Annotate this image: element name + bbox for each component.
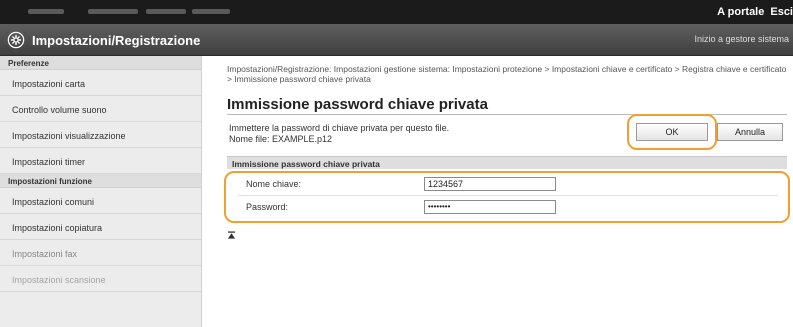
- sidebar-item-timer-settings[interactable]: Impostazioni timer: [0, 148, 201, 174]
- sidebar: Preferenze Impostazioni carta Controllo …: [0, 56, 202, 327]
- sidebar-item-sound-volume[interactable]: Controllo volume suono: [0, 96, 201, 122]
- back-to-top-icon[interactable]: [227, 231, 236, 240]
- sidebar-item-paper-settings[interactable]: Impostazioni carta: [0, 70, 201, 96]
- sidebar-item-copy-settings[interactable]: Impostazioni copiatura: [0, 214, 201, 240]
- sidebar-section-preferences: Preferenze: [0, 56, 201, 70]
- blurred-device-series: [146, 9, 186, 14]
- top-bar: A portale Esci: [0, 0, 793, 24]
- row-divider: [238, 195, 778, 196]
- sidebar-item-display-settings[interactable]: Impostazioni visualizzazione: [0, 122, 201, 148]
- section-header: Immissione password chiave privata: [227, 156, 787, 169]
- breadcrumb: Impostazioni/Registrazione: Impostazioni…: [227, 64, 787, 84]
- sidebar-item-scan-settings[interactable]: Impostazioni scansione: [0, 266, 201, 292]
- sidebar-item-fax-settings[interactable]: Impostazioni fax: [0, 240, 201, 266]
- header-title: Impostazioni/Registrazione: [32, 33, 201, 48]
- key-name-input[interactable]: [424, 177, 556, 191]
- top-links: A portale Esci: [711, 6, 793, 18]
- sidebar-section-function-settings: Impostazioni funzione: [0, 174, 201, 188]
- sidebar-item-common-settings[interactable]: Impostazioni comuni: [0, 188, 201, 214]
- description: Immettere la password di chiave privata …: [229, 123, 449, 145]
- blurred-device-name: [28, 9, 64, 14]
- system-manager-home-link[interactable]: Inizio a gestore sistema: [694, 34, 789, 44]
- page-header: Impostazioni/Registrazione Inizio a gest…: [0, 24, 793, 56]
- blurred-device-extra: [192, 9, 230, 14]
- description-filename: Nome file: EXAMPLE.p12: [229, 134, 333, 144]
- key-name-label: Nome chiave:: [246, 179, 302, 189]
- page-title: Immissione password chiave privata: [227, 96, 488, 113]
- password-input[interactable]: ••••••••: [424, 200, 556, 214]
- password-label: Password:: [246, 202, 289, 212]
- portal-link[interactable]: A portale: [717, 6, 764, 18]
- description-instruction: Immettere la password di chiave privata …: [229, 123, 450, 133]
- gear-icon: [7, 31, 25, 49]
- logout-link[interactable]: Esci: [770, 6, 793, 18]
- main-content: Impostazioni/Registrazione: Impostazioni…: [202, 56, 793, 327]
- cancel-button[interactable]: Annulla: [717, 123, 783, 141]
- blurred-device-model: [88, 9, 138, 14]
- ok-button[interactable]: OK: [636, 123, 708, 141]
